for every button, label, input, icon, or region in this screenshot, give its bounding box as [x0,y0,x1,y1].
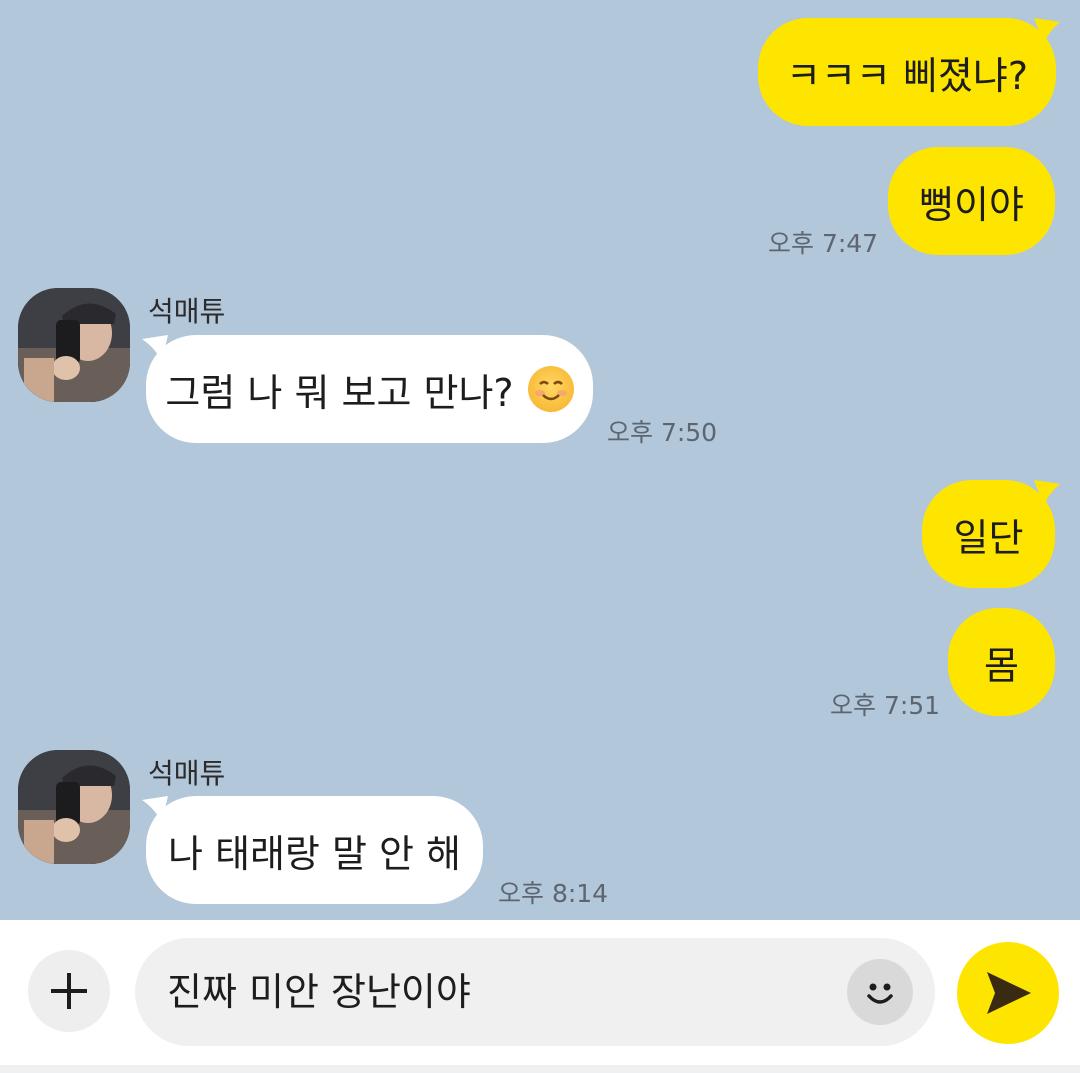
message-input[interactable]: 진짜 미안 장난이야 [135,938,935,1046]
smiling-face-emoji [527,366,574,412]
avatar-photo [18,288,130,402]
bubble-tail [1034,18,1060,44]
send-icon [987,972,1031,1014]
contact-name: 석매튜 [148,295,226,328]
bubble-tail [1034,480,1060,506]
message-text: ㅋㅋㅋ 삐졌냐? [785,53,1028,98]
message-timestamp: 오후 8:14 [498,879,609,908]
message-text: 그럼 나 뭐 보고 만나? [165,370,514,415]
contact-name: 석매튜 [148,757,226,790]
plus-icon [51,973,87,1009]
message-timestamp: 오후 7:51 [830,691,941,720]
avatar-photo [18,750,130,864]
chat-area: ㅋㅋㅋ 삐졌냐? 뻥이야 오후 7:47 석매튜 그럼 나 뭐 보고 만나? 오… [0,0,1080,920]
emoticon-icon [867,983,893,1004]
message-timestamp: 오후 7:47 [768,229,879,258]
message-text: 일단 [953,515,1024,560]
attach-button[interactable] [28,950,110,1032]
message-bubble-mine[interactable]: 몸 [948,608,1055,716]
send-button[interactable] [957,942,1059,1044]
message-text: 나 태래랑 말 안 해 [167,831,462,876]
message-bubble-mine[interactable]: ㅋㅋㅋ 삐졌냐? [758,18,1056,126]
message-bubble-other[interactable]: 그럼 나 뭐 보고 만나? [146,335,593,443]
message-input-bar: 진짜 미안 장난이야 [0,920,1080,1073]
message-input-text[interactable]: 진짜 미안 장난이야 [167,938,471,1046]
message-text: 몸 [984,643,1019,688]
message-bubble-other[interactable]: 나 태래랑 말 안 해 [146,796,483,904]
message-text: 뻥이야 [919,182,1024,227]
bottom-divider [0,1065,1080,1073]
contact-avatar[interactable] [18,288,130,402]
message-bubble-mine[interactable]: 뻥이야 [888,147,1055,255]
contact-avatar[interactable] [18,750,130,864]
emoticon-button[interactable] [847,959,913,1025]
message-timestamp: 오후 7:50 [607,418,718,447]
